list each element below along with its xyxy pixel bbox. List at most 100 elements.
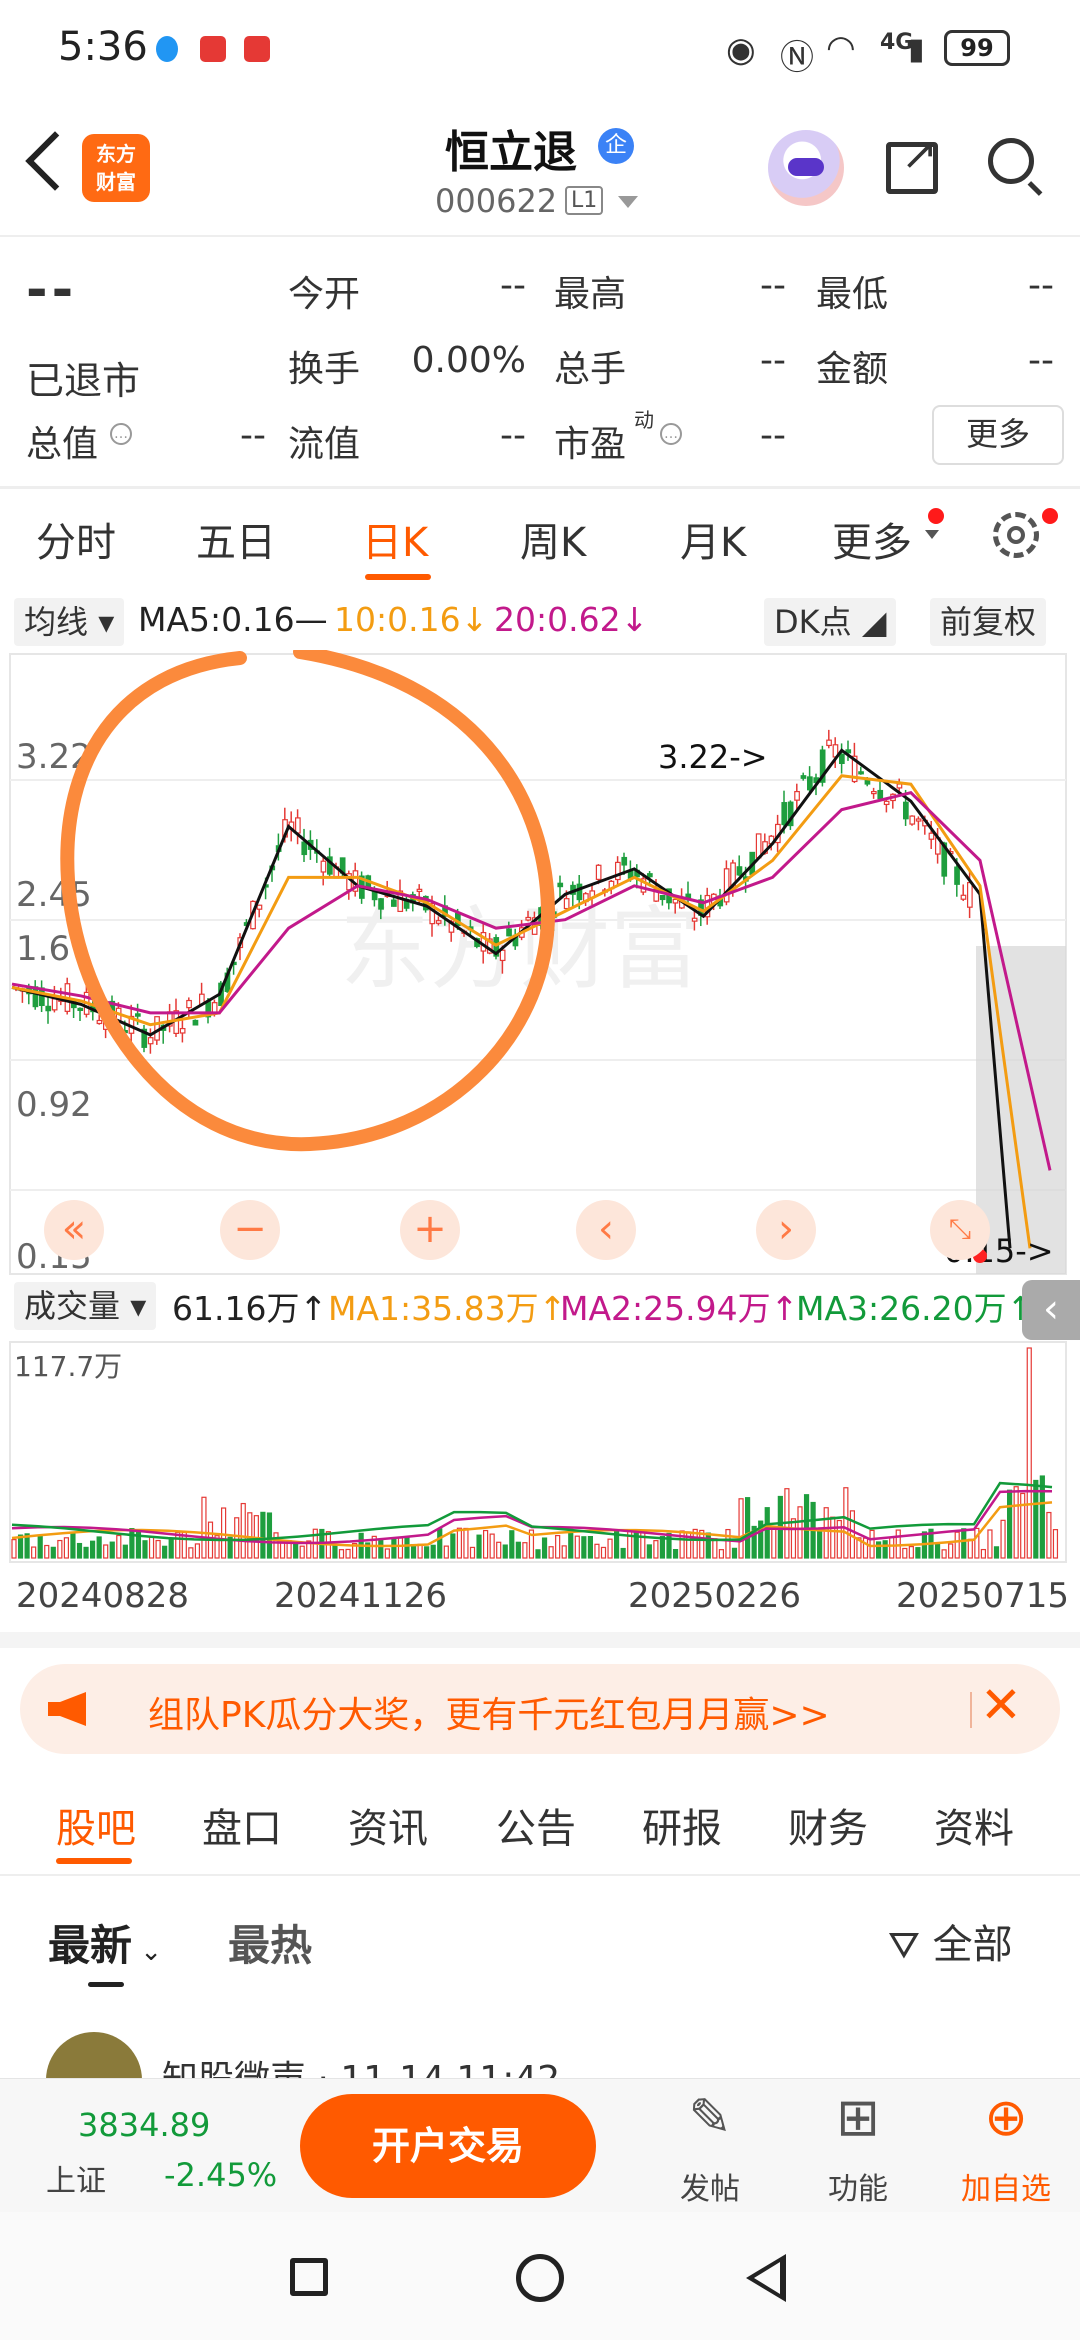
ma10-value: 10:0.16↓ bbox=[334, 600, 489, 639]
volume-bar bbox=[594, 1543, 600, 1559]
promo-text[interactable]: 组队PK瓜分大奖，更有千元红包月月赢>> bbox=[148, 1686, 830, 1738]
total-volume-value: -- bbox=[760, 340, 786, 381]
volume-bar bbox=[980, 1548, 987, 1559]
megaphone-icon bbox=[48, 1692, 86, 1726]
volume-bar bbox=[509, 1530, 515, 1559]
tab-monthly-k[interactable]: 月K bbox=[680, 510, 746, 568]
stock-code[interactable]: 000622 bbox=[435, 182, 557, 220]
volume-bar bbox=[103, 1544, 109, 1559]
volume-bar bbox=[797, 1506, 803, 1559]
listing-status: 已退市 bbox=[26, 359, 141, 403]
collapse-panel-button[interactable]: ‹ bbox=[1022, 1280, 1080, 1340]
zoom-in-button[interactable]: + bbox=[400, 1200, 460, 1260]
tab-weekly-k[interactable]: 周K bbox=[520, 510, 586, 568]
app-logo[interactable]: 东方 财富 bbox=[82, 134, 150, 202]
index-value[interactable]: 3834.89 bbox=[78, 2106, 210, 2144]
volume-bar bbox=[437, 1528, 443, 1559]
filter-icon: ⛛ bbox=[888, 1923, 920, 1967]
ma-selector-label: 均线 bbox=[24, 603, 89, 641]
candle-body bbox=[51, 998, 58, 1011]
scroll-right-button[interactable]: › bbox=[756, 1200, 816, 1260]
candle-body bbox=[800, 775, 807, 779]
function-button-label[interactable]: 功能 bbox=[808, 2164, 908, 2208]
edit-icon[interactable]: ✎ bbox=[660, 2088, 760, 2148]
back-button[interactable] bbox=[746, 2254, 786, 2302]
volume-bar bbox=[1026, 1347, 1032, 1559]
candle-body bbox=[135, 1013, 141, 1017]
chevron-down-icon[interactable] bbox=[618, 196, 638, 208]
tab-five-day[interactable]: 五日 bbox=[196, 510, 276, 568]
level-badge[interactable]: L1 bbox=[565, 186, 604, 215]
volume-bar bbox=[961, 1528, 967, 1559]
tab-forum[interactable]: 股吧 bbox=[56, 1796, 136, 1854]
info-icon[interactable]: … bbox=[110, 423, 132, 445]
volume-bar bbox=[430, 1544, 436, 1559]
close-icon[interactable]: ✕ bbox=[980, 1676, 1022, 1734]
volume-bar bbox=[148, 1536, 155, 1559]
volume-bar bbox=[502, 1544, 508, 1559]
adjust-mode-button[interactable]: 前复权 bbox=[930, 598, 1047, 646]
volume-bar bbox=[496, 1541, 502, 1559]
tab-intraday[interactable]: 分时 bbox=[36, 510, 116, 568]
notification-dot bbox=[928, 508, 944, 524]
volume-bar bbox=[934, 1542, 941, 1559]
candle-body bbox=[147, 1037, 154, 1045]
gear-icon[interactable] bbox=[993, 512, 1039, 558]
tab-order-book[interactable]: 盘口 bbox=[202, 1796, 282, 1854]
tab-research[interactable]: 研报 bbox=[642, 1796, 722, 1854]
volume-bar bbox=[843, 1487, 849, 1559]
tab-announcements[interactable]: 公告 bbox=[496, 1796, 576, 1854]
volume-bar bbox=[397, 1537, 404, 1559]
sort-hot[interactable]: 最热 bbox=[228, 1912, 312, 1973]
tab-more[interactable]: 更多 bbox=[832, 510, 912, 568]
volume-bar bbox=[627, 1529, 633, 1559]
dk-point-button[interactable]: DK点 ◢ bbox=[764, 598, 897, 646]
scroll-left-button[interactable]: ‹ bbox=[576, 1200, 636, 1260]
ai-assistant-icon[interactable] bbox=[768, 130, 844, 206]
tab-finance[interactable]: 财务 bbox=[788, 1796, 868, 1854]
volume-bar bbox=[1052, 1529, 1059, 1559]
zoom-out-button[interactable]: − bbox=[220, 1200, 280, 1260]
volume-bar bbox=[188, 1547, 194, 1559]
add-watchlist-label[interactable]: 加自选 bbox=[956, 2164, 1056, 2208]
recent-apps-button[interactable] bbox=[290, 2258, 328, 2296]
chevron-left-icon[interactable] bbox=[25, 131, 85, 191]
open-account-trade-button[interactable]: 开户交易 bbox=[300, 2094, 596, 2198]
index-name[interactable]: 上证 bbox=[46, 2156, 106, 2200]
volume-bar bbox=[712, 1538, 718, 1559]
active-tab-indicator bbox=[365, 574, 431, 580]
volume-bar bbox=[581, 1536, 587, 1559]
candle-body bbox=[499, 949, 506, 962]
home-button[interactable] bbox=[516, 2254, 564, 2302]
ma-selector[interactable]: 均线 ▾ bbox=[14, 598, 125, 646]
high-marker: 3.22-> bbox=[658, 738, 768, 776]
more-quote-button[interactable]: 更多 bbox=[932, 405, 1064, 465]
index-change[interactable]: -2.45% bbox=[164, 2156, 277, 2194]
sort-latest[interactable]: 最新 ⌄ bbox=[48, 1912, 162, 1973]
candle-body bbox=[909, 815, 916, 825]
info-icon[interactable]: … bbox=[660, 423, 682, 445]
fullscreen-icon[interactable]: ⤡ bbox=[930, 1200, 990, 1260]
volume-bar bbox=[908, 1545, 914, 1559]
volume-bar bbox=[902, 1547, 908, 1559]
share-icon[interactable] bbox=[886, 129, 938, 194]
filter-label: 全部 bbox=[932, 1922, 1013, 1968]
tab-news[interactable]: 资讯 bbox=[348, 1796, 428, 1854]
filter-button[interactable]: ⛛ 全部 bbox=[888, 1912, 1013, 1970]
volume-bar bbox=[273, 1532, 279, 1559]
tab-daily-k[interactable]: 日K bbox=[362, 510, 428, 568]
scroll-left-fast-button[interactable]: « bbox=[44, 1200, 104, 1260]
tab-profile[interactable]: 资料 bbox=[934, 1796, 1014, 1854]
post-button-label[interactable]: 发帖 bbox=[660, 2164, 760, 2208]
kline-chart[interactable]: 东方财富 3.22 2.45 1.6 0.92 0.15 3.22-> 0.15… bbox=[0, 650, 1080, 1280]
notification-icon bbox=[200, 36, 226, 62]
x-tick-label: 20250715 bbox=[896, 1576, 1070, 1616]
volume-selector[interactable]: 成交量 ▾ bbox=[14, 1282, 157, 1330]
grid-icon[interactable]: ⊞ bbox=[808, 2088, 908, 2148]
search-icon[interactable] bbox=[988, 138, 1034, 184]
volume-bar bbox=[869, 1529, 875, 1559]
volume-bar bbox=[555, 1534, 561, 1559]
candle-body bbox=[736, 866, 743, 876]
add-circle-icon[interactable]: ⊕ bbox=[956, 2088, 1056, 2148]
eye-icon: ◉ bbox=[726, 30, 756, 70]
